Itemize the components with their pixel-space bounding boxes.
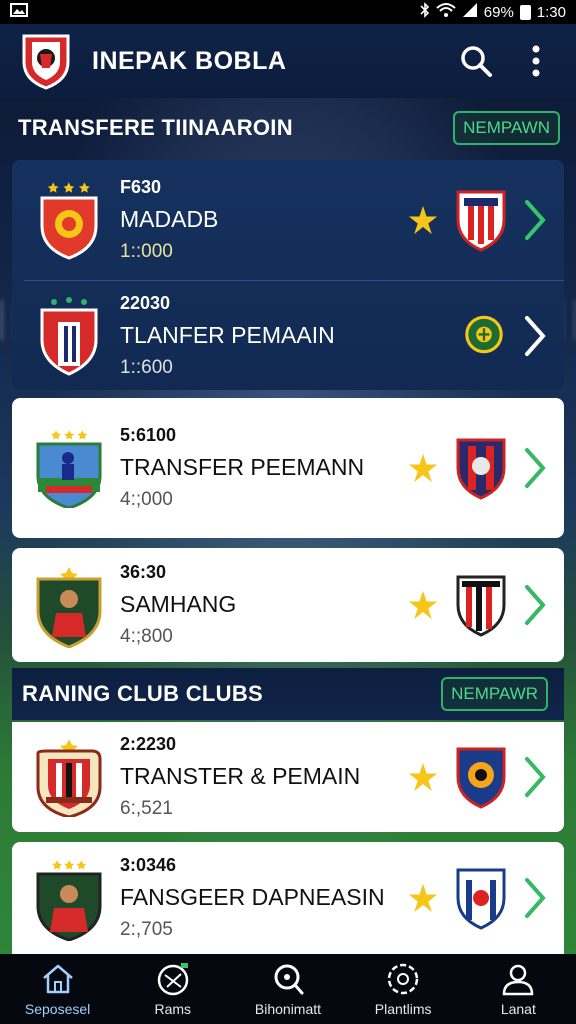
section-header-ranking: RANING CLUB CLUBS NEMPAWR [12, 668, 564, 720]
nav-label: Bihonimatt [254, 1001, 322, 1017]
player-crest-icon [36, 860, 102, 941]
profile-icon [503, 964, 534, 996]
card-value: 4:;800 [120, 626, 173, 647]
nav-item-plantlims[interactable]: Plantlims [348, 961, 458, 1017]
nav-label: Seposesel [24, 1001, 91, 1017]
club-logo-icon [22, 34, 70, 90]
card-divider [24, 280, 564, 281]
club-crest-icon [40, 296, 98, 376]
signal-icon [462, 2, 478, 22]
nav-label: Rams [154, 1001, 192, 1017]
status-bar: 69% 1:30 [0, 0, 576, 24]
wifi-icon [436, 2, 456, 22]
section-action-button[interactable]: NEMPAWR [441, 677, 548, 711]
card-value: 1::000 [120, 241, 173, 262]
card-time: 36:30 [120, 562, 167, 582]
app-title: INEPAK BOBLA [92, 46, 287, 75]
more-options-button[interactable] [516, 41, 556, 81]
card-time: 3:0346 [120, 855, 177, 875]
club-card[interactable]: 2:2230 TRANSTER & PEMAIN 6:,521 [12, 722, 564, 832]
home-icon [42, 964, 73, 994]
chevron-right-icon[interactable] [522, 446, 548, 490]
opponent-crest-icon [456, 868, 506, 930]
card-time: F630 [120, 177, 162, 197]
card-time: 5:6100 [120, 425, 177, 445]
club-card[interactable]: 3:0346 FANSGEER DAPNEASIN 2:,705 [12, 842, 564, 954]
section-title: TRANSFERE TIINAAROIN [18, 115, 293, 140]
card-title: TLANFER PEMAAIN [120, 321, 335, 348]
nav-item-rams[interactable]: Rams [118, 961, 228, 1017]
chevron-right-icon[interactable] [522, 583, 548, 627]
nav-item-home[interactable]: Seposesel [3, 961, 113, 1017]
transfer-card[interactable]: 36:30 SAMHANG 4:;800 [12, 548, 564, 662]
section-action-button[interactable]: NEMPAWN [453, 111, 560, 145]
chevron-right-icon[interactable] [522, 755, 548, 799]
app-bar: INEPAK BOBLA [0, 24, 576, 98]
card-value: 2:,705 [120, 919, 173, 940]
player-crest-icon [36, 567, 102, 648]
club-crest-icon [36, 739, 102, 817]
star-icon[interactable] [408, 747, 438, 807]
club-crest-icon [40, 182, 98, 260]
search-icon [461, 46, 492, 77]
transfer-card[interactable]: F630 MADADB 1::000 [12, 165, 564, 275]
bluetooth-icon [420, 2, 430, 22]
card-title: TRANSFER PEEMANN [120, 454, 365, 480]
transfer-card[interactable]: 5:6100 TRANSFER PEEMANN 4:;000 [12, 398, 564, 538]
search-button[interactable] [456, 41, 496, 81]
clock: 1:30 [536, 3, 566, 21]
card-value: 6:,521 [120, 798, 173, 819]
opponent-crest-icon [456, 747, 506, 809]
card-value: 4:;000 [120, 489, 173, 510]
nav-item-search[interactable]: Bihonimatt [233, 961, 343, 1017]
card-title: FANSGEER DAPNEASIN [120, 884, 385, 910]
transfer-card[interactable]: 22030 TLANFER PEMAAIN 1::600 [12, 283, 564, 388]
nav-label: Lanat [500, 1001, 536, 1017]
chevron-right-icon[interactable] [522, 314, 548, 358]
card-title: MADADB [120, 206, 219, 232]
ball-icon [157, 963, 189, 996]
section-header-transfers: TRANSFERE TIINAAROIN NEMPAWN [0, 100, 576, 156]
star-icon[interactable] [408, 868, 438, 928]
star-icon[interactable] [408, 438, 438, 498]
opponent-crest-icon [456, 575, 506, 637]
opponent-crest-icon [465, 315, 503, 353]
battery-icon [519, 4, 531, 20]
search-icon [274, 964, 304, 995]
card-value: 1::600 [120, 356, 173, 378]
card-time: 2:2230 [120, 734, 177, 754]
nav-item-profile[interactable]: Lanat [463, 961, 573, 1017]
chevron-right-icon[interactable] [522, 198, 548, 242]
star-icon[interactable] [408, 575, 438, 635]
gallery-notification-icon [10, 3, 28, 21]
club-crest-icon [36, 430, 102, 508]
opponent-crest-icon [456, 438, 506, 500]
chevron-right-icon[interactable] [522, 876, 548, 920]
battery-percent: 69% [483, 3, 514, 21]
more-vertical-icon [532, 45, 540, 77]
opponent-crest-icon [456, 190, 506, 252]
card-time: 22030 [120, 292, 171, 313]
badge-icon [387, 963, 419, 995]
section-title: RANING CLUB CLUBS [22, 681, 263, 706]
nav-label: Plantlims [374, 1001, 432, 1017]
card-title: SAMHANG [120, 591, 237, 617]
star-icon[interactable] [408, 190, 438, 250]
card-title: TRANSTER & PEMAIN [120, 763, 361, 789]
bottom-navigation: Seposesel Rams Bihonimatt Plantlims Lana… [0, 954, 576, 1024]
